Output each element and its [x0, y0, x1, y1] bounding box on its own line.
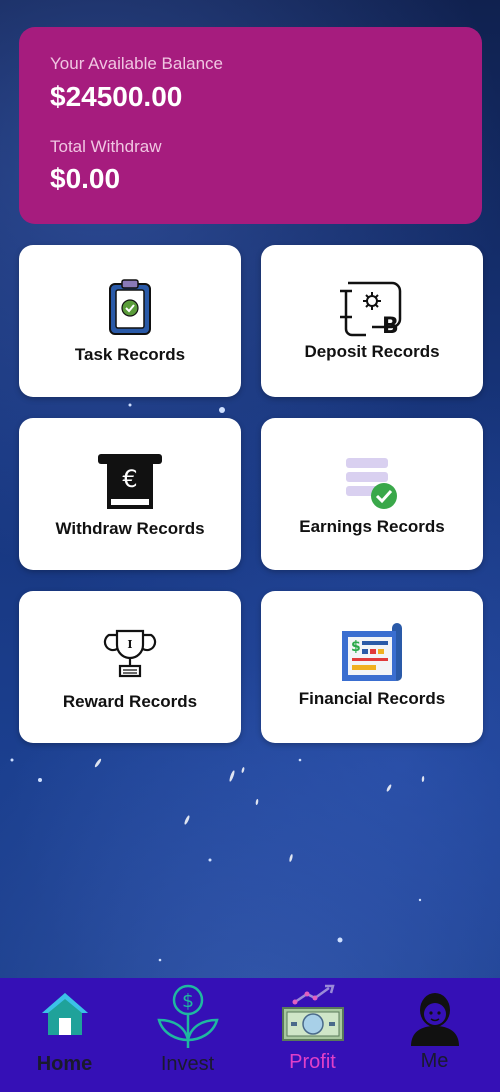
nav-home-label: Home: [36, 1053, 93, 1075]
svg-text:$: $: [351, 639, 361, 655]
svg-text:B: B: [382, 314, 399, 339]
nav-me-label: Me: [420, 1050, 449, 1072]
svg-text:€: €: [122, 465, 137, 493]
available-balance-value: $24500.00: [50, 81, 183, 112]
nav-home[interactable]: Home: [2, 978, 127, 1092]
banknote-chart-icon: [281, 984, 344, 1041]
nav-profit[interactable]: Profit: [250, 978, 375, 1092]
deposit-records-card[interactable]: B Deposit Records: [261, 245, 483, 397]
bottom-navigation: Home $ Invest Profit Me: [0, 978, 500, 1092]
database-check-icon: [346, 458, 397, 509]
trophy-icon: I: [103, 629, 157, 678]
svg-text:I: I: [127, 638, 132, 651]
money-plant-icon: $: [156, 984, 219, 1048]
financial-report-icon: $: [342, 623, 402, 681]
nav-invest[interactable]: $ Invest: [125, 978, 250, 1092]
nav-profit-label: Profit: [289, 1051, 336, 1073]
deposit-records-label: Deposit Records: [304, 342, 440, 361]
withdraw-records-card[interactable]: € Withdraw Records: [19, 418, 241, 570]
balance-card: Your Available Balance $24500.00 Total W…: [19, 27, 482, 224]
user-avatar-icon: [410, 993, 459, 1046]
task-records-card[interactable]: Task Records: [19, 245, 241, 397]
reward-records-card[interactable]: I Reward Records: [19, 591, 241, 743]
total-withdraw-value: $0.00: [50, 163, 121, 194]
task-records-label: Task Records: [74, 345, 186, 364]
reward-records-label: Reward Records: [62, 692, 198, 711]
financial-records-label: Financial Records: [298, 689, 446, 708]
nav-me[interactable]: Me: [372, 978, 497, 1092]
withdraw-records-label: Withdraw Records: [55, 519, 205, 538]
svg-text:$: $: [181, 990, 193, 1012]
available-balance-label: Your Available Balance: [50, 54, 223, 73]
euro-atm-icon: €: [98, 454, 162, 509]
financial-records-card[interactable]: $ Financial Records: [261, 591, 483, 743]
clipboard-check-icon: [109, 279, 151, 335]
earnings-records-card[interactable]: Earnings Records: [261, 418, 483, 570]
house-icon: [41, 993, 88, 1035]
bitcoin-deposit-icon: B: [340, 281, 402, 339]
total-withdraw-label: Total Withdraw: [50, 137, 162, 156]
earnings-records-label: Earnings Records: [299, 517, 445, 536]
nav-invest-label: Invest: [160, 1053, 215, 1075]
